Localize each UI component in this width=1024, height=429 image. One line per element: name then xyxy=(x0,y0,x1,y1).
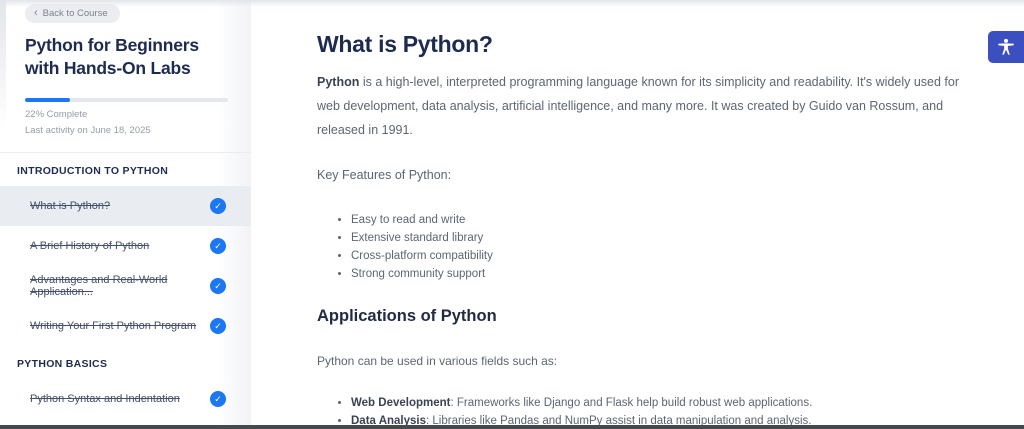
course-progress-fill xyxy=(25,98,70,102)
lesson-label: What is Python? xyxy=(30,200,110,212)
lesson-title: What is Python? xyxy=(317,31,965,58)
feature-item: Easy to read and write xyxy=(351,211,965,229)
sidebar-item-what-is-python[interactable]: What is Python? ✓ xyxy=(0,186,251,226)
back-to-course-button[interactable]: ‹ Back to Course xyxy=(25,4,120,23)
completed-check-icon: ✓ xyxy=(210,238,226,254)
sidebar-divider xyxy=(0,152,251,153)
sidebar-item-syntax-indentation[interactable]: Python Syntax and Indentation ✓ xyxy=(0,379,251,419)
application-desc: : Frameworks like Django and Flask help … xyxy=(450,397,812,409)
applications-heading: Applications of Python xyxy=(317,307,965,326)
completed-check-icon: ✓ xyxy=(210,318,226,334)
lesson-label: Advantages and Real-World Application... xyxy=(30,274,210,298)
completed-check-icon: ✓ xyxy=(210,278,226,294)
chevron-left-icon: ‹ xyxy=(34,8,38,19)
lesson-label: Writing Your First Python Program xyxy=(30,320,196,332)
lesson-content: What is Python? Python is a high-level, … xyxy=(317,0,965,429)
features-heading: Key Features of Python: xyxy=(317,164,965,188)
lesson-label: Python Syntax and Indentation xyxy=(30,393,180,405)
applications-list: Web Development: Frameworks like Django … xyxy=(317,394,965,429)
application-term: Web Development xyxy=(351,397,450,409)
lesson-label: A Brief History of Python xyxy=(30,240,149,252)
completed-check-icon: ✓ xyxy=(210,198,226,214)
sidebar-item-brief-history[interactable]: A Brief History of Python ✓ xyxy=(0,226,251,266)
course-sidebar: ‹ Back to Course Python for Beginners wi… xyxy=(0,0,251,425)
course-title: Python for Beginners with Hands-On Labs xyxy=(25,34,226,80)
feature-item: Extensive standard library xyxy=(351,229,965,247)
applications-intro: Python can be used in various fields suc… xyxy=(317,350,965,373)
course-progress-bar xyxy=(25,98,228,102)
intro-bold-term: Python xyxy=(317,75,359,89)
application-item: Web Development: Frameworks like Django … xyxy=(351,394,965,412)
window-bottom-edge xyxy=(0,425,1024,429)
accessibility-widget-button[interactable] xyxy=(988,31,1024,63)
section-title-python-basics: PYTHON BASICS xyxy=(17,358,234,370)
sidebar-item-first-program[interactable]: Writing Your First Python Program ✓ xyxy=(0,306,251,346)
sidebar-item-advantages[interactable]: Advantages and Real-World Application...… xyxy=(0,266,251,306)
features-list: Easy to read and write Extensive standar… xyxy=(317,211,965,283)
lesson-intro-paragraph: Python is a high-level, interpreted prog… xyxy=(317,71,965,142)
last-activity-label: Last activity on June 18, 2025 xyxy=(25,124,226,137)
intro-text: is a high-level, interpreted programming… xyxy=(317,75,959,137)
back-to-course-label: Back to Course xyxy=(43,8,108,19)
progress-label: 22% Complete xyxy=(25,108,226,121)
feature-item: Strong community support xyxy=(351,265,965,283)
section-title-introduction: INTRODUCTION TO PYTHON xyxy=(17,165,234,177)
completed-check-icon: ✓ xyxy=(210,391,226,407)
feature-item: Cross-platform compatibility xyxy=(351,247,965,265)
accessibility-person-icon xyxy=(996,37,1016,57)
